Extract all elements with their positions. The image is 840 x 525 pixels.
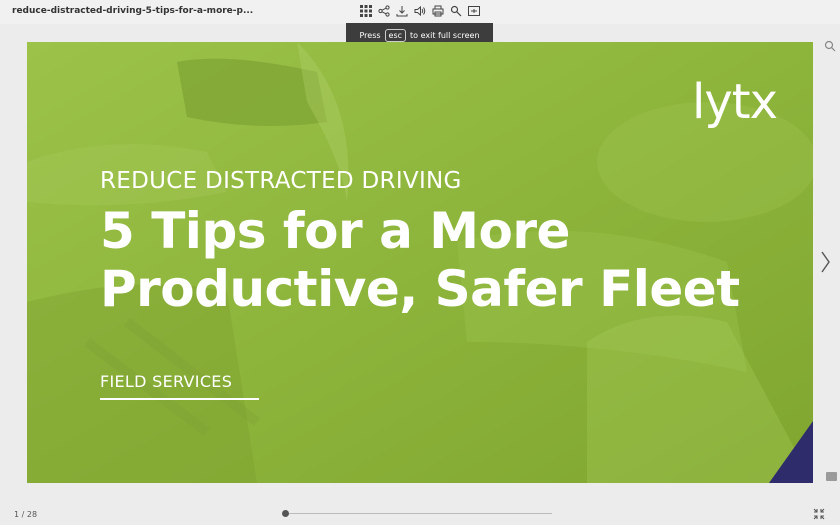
bottom-bar: 1 / 28 [0, 500, 840, 525]
page-slider-track[interactable] [286, 513, 552, 514]
fit-icon[interactable] [468, 4, 480, 18]
page-indicator: 1 / 28 [14, 510, 38, 519]
print-icon[interactable] [432, 4, 444, 18]
section-underline [100, 398, 259, 400]
document-title: reduce-distracted-driving-5-tips-for-a-m… [12, 6, 254, 16]
slide-kicker: REDUCE DISTRACTED DRIVING [100, 168, 462, 194]
slide-headline: 5 Tips for a More Productive, Safer Flee… [100, 202, 740, 318]
next-slide-arrow-icon[interactable] [818, 248, 832, 276]
lytx-logo: lytx [692, 74, 778, 130]
toast-suffix: to exit full screen [410, 30, 480, 40]
headline-line-2: Productive, Safer Fleet [100, 260, 740, 318]
search-icon[interactable] [824, 40, 836, 52]
esc-key-badge: esc [384, 28, 407, 42]
corner-accent [769, 421, 813, 483]
viewer-toolbar [360, 4, 480, 18]
presentation-slide: lytx REDUCE DISTRACTED DRIVING 5 Tips fo… [27, 42, 813, 483]
toast-prefix: Press [359, 30, 381, 40]
section-label: FIELD SERVICES [100, 372, 233, 391]
sound-icon[interactable] [414, 4, 426, 18]
top-bar: reduce-distracted-driving-5-tips-for-a-m… [0, 0, 840, 24]
comment-icon[interactable] [826, 472, 837, 481]
share-icon[interactable] [378, 4, 390, 18]
zoom-icon[interactable] [450, 4, 462, 18]
headline-line-1: 5 Tips for a More [100, 202, 570, 260]
grid-icon[interactable] [360, 4, 372, 18]
exit-fullscreen-icon[interactable] [813, 508, 825, 520]
page-slider-thumb[interactable] [282, 510, 289, 517]
download-icon[interactable] [396, 4, 408, 18]
